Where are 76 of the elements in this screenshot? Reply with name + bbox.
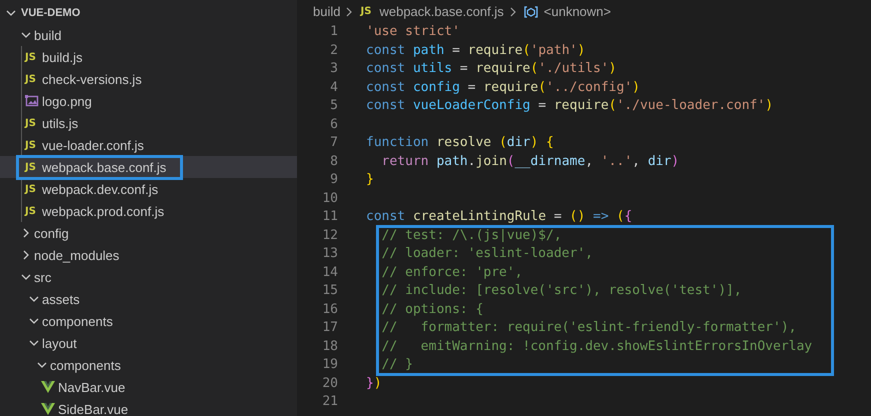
breadcrumb-item[interactable]: JS webpack.base.conf.js [360, 4, 504, 19]
js-file-icon: JS [25, 118, 42, 128]
code-line: 'use strict' [366, 23, 460, 41]
code-line: const path = require('path') [366, 42, 586, 60]
file-item[interactable]: logo.png [0, 90, 297, 112]
line-number: 17 [321, 319, 338, 337]
line-number: 14 [321, 264, 338, 282]
line-number: 7 [329, 134, 338, 152]
folder-item[interactable]: node_modules [0, 244, 297, 266]
code-line: // options: { [380, 300, 484, 318]
code-line: // emitWarning: !config.dev.showEslintErrorsInOverlay [380, 338, 812, 356]
line-number: 8 [329, 152, 338, 170]
line-number: 5 [329, 97, 338, 115]
symbol-icon [524, 4, 538, 18]
js-file-icon: JS [25, 184, 42, 194]
file-item[interactable]: JS webpack.dev.conf.js [0, 178, 297, 200]
code-line: // include: [resolve('src'), resolve('test')], [380, 282, 742, 300]
folder-item[interactable]: components [0, 354, 297, 376]
code-line: // } [380, 356, 413, 374]
file-item[interactable]: NavBar.vue [0, 376, 297, 398]
line-number: 1 [329, 23, 338, 41]
code-line: const utils = require('./utils') [366, 60, 616, 78]
file-item[interactable]: JS vue-loader.conf.js [0, 134, 297, 156]
chevron-right-icon [344, 4, 354, 18]
explorer-header[interactable]: VUE-DEMO [0, 2, 297, 24]
file-item[interactable]: JS webpack.base.conf.js [0, 156, 297, 178]
line-number: 3 [329, 60, 338, 78]
folder-item[interactable]: config [0, 222, 297, 244]
line-number: 20 [321, 374, 338, 392]
line-number: 18 [321, 338, 338, 356]
image-file-icon [25, 94, 39, 108]
folder-item[interactable]: layout [0, 332, 297, 354]
code-line: return path.join(__dirname, '..', dir) [380, 152, 680, 170]
code-line: const config = require('../config') [366, 78, 640, 96]
file-item[interactable]: JS utils.js [0, 112, 297, 134]
js-file-icon: JS [25, 206, 42, 216]
line-number: 6 [329, 116, 338, 134]
code-line: const createLintingRule = () => ({ [366, 208, 632, 226]
vue-file-icon [41, 403, 55, 415]
folder-item[interactable]: build [0, 24, 297, 46]
js-file-icon: JS [25, 52, 42, 62]
js-file-icon: JS [360, 6, 378, 17]
code-line: const vueLoaderConfig = require('./vue-loader.conf') [366, 97, 774, 115]
line-number: 10 [321, 190, 338, 208]
line-number: 9 [329, 171, 338, 189]
line-number: 12 [321, 226, 338, 244]
line-number: 16 [321, 300, 338, 318]
breadcrumb-item[interactable]: build [313, 4, 340, 19]
code-line: // loader: 'eslint-loader', [380, 245, 593, 263]
breadcrumb-item[interactable]: <unknown> [524, 4, 611, 19]
file-item[interactable]: JS webpack.prod.conf.js [0, 200, 297, 222]
js-file-icon: JS [25, 140, 42, 150]
folder-item[interactable]: src [0, 266, 297, 288]
line-number: 11 [321, 208, 338, 226]
code-line: function resolve (dir) { [366, 134, 554, 152]
line-number: 19 [321, 356, 338, 374]
line-number: 13 [321, 245, 338, 263]
line-number: 15 [321, 282, 338, 300]
line-number: 4 [329, 78, 338, 96]
code-line: } [366, 171, 374, 189]
code-line: // enforce: 'pre', [380, 264, 523, 282]
file-item[interactable]: JS build.js [0, 46, 297, 68]
chevron-right-icon [508, 4, 518, 18]
line-number: 2 [329, 42, 338, 60]
file-item[interactable]: SideBar.vue [0, 398, 297, 416]
code-line: }) [366, 374, 382, 392]
js-file-icon: JS [25, 74, 42, 84]
js-file-icon: JS [25, 162, 42, 172]
file-item[interactable]: JS check-versions.js [0, 68, 297, 90]
code-line: // formatter: require('eslint-friendly-formatter'), [380, 319, 796, 337]
folder-item[interactable]: assets [0, 288, 297, 310]
vue-file-icon [41, 381, 55, 393]
code-line: // test: /\.(js|vue)$/, [380, 226, 562, 244]
project-title: VUE-DEMO [21, 7, 80, 19]
folder-item[interactable]: components [0, 310, 297, 332]
line-number: 21 [321, 393, 338, 411]
